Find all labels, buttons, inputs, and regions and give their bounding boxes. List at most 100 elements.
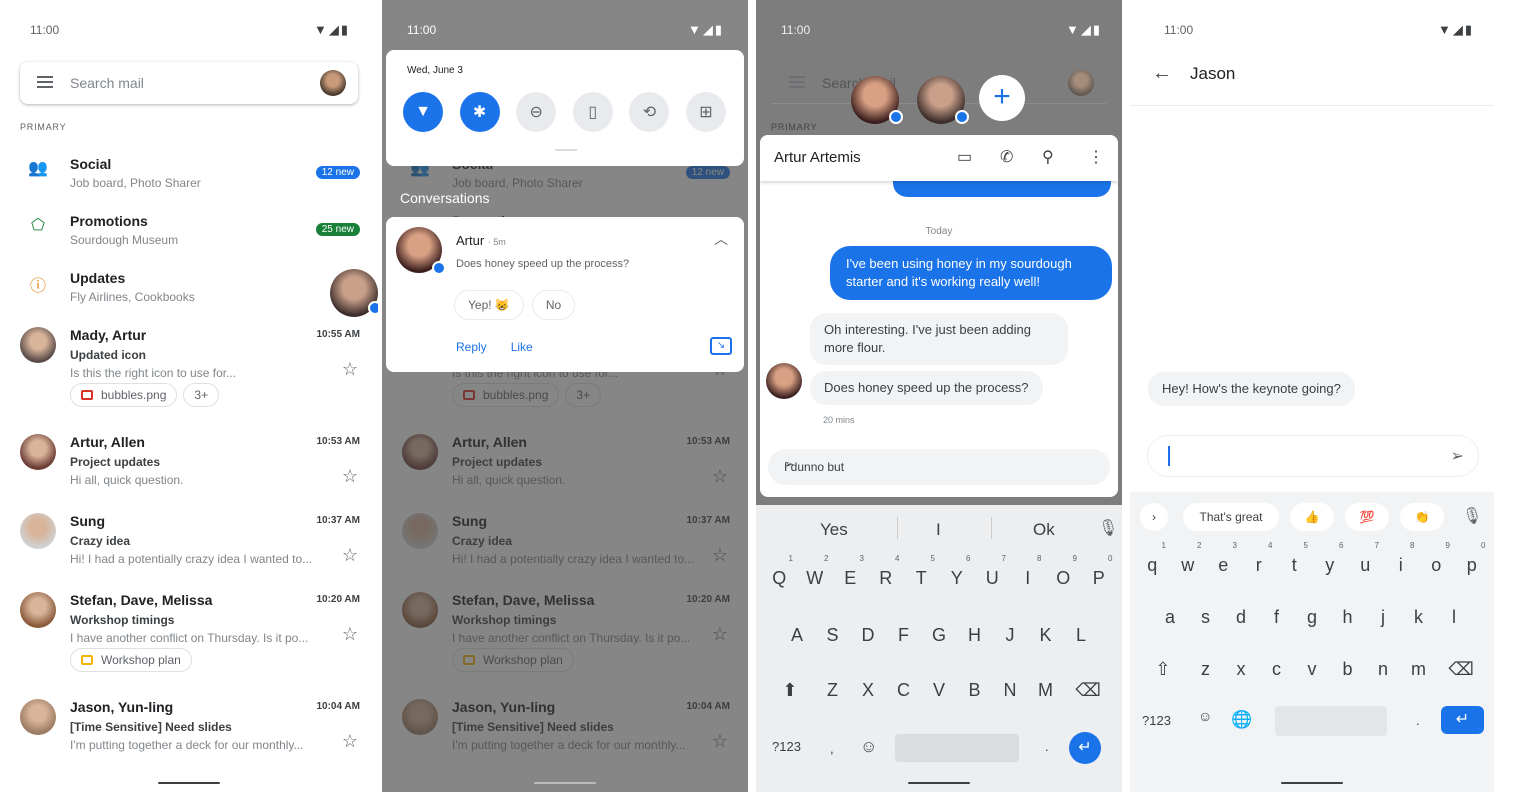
key-z[interactable]: Z [815, 680, 851, 701]
search-bar[interactable]: Search mail [20, 62, 358, 104]
category-row-social[interactable]: 👥 Social Job board, Photo Sharer 12 new [0, 148, 378, 205]
key-m[interactable]: m [1401, 659, 1437, 680]
smart-reply-chip[interactable]: That's great [1183, 503, 1279, 531]
key-j[interactable]: j [1365, 607, 1401, 628]
open-bubble-icon[interactable]: ↘ [710, 337, 732, 355]
send-icon[interactable]: ➢ [784, 457, 1096, 471]
key-x[interactable]: X [850, 680, 886, 701]
chat-bubble-avatar[interactable] [330, 269, 378, 317]
backspace-key-icon[interactable]: ⌫ [1436, 659, 1486, 680]
menu-icon[interactable] [37, 76, 53, 88]
star-icon[interactable]: ☆ [342, 624, 358, 645]
key-p[interactable]: P0 [1081, 554, 1117, 589]
key-f[interactable]: f [1259, 607, 1295, 628]
key-r[interactable]: r4 [1241, 541, 1277, 576]
key-c[interactable]: C [886, 680, 922, 701]
key-h[interactable]: h [1330, 607, 1366, 628]
key-g[interactable]: g [1294, 607, 1330, 628]
star-icon[interactable]: ☆ [342, 466, 358, 487]
key-t[interactable]: T5 [904, 554, 940, 589]
email-row[interactable]: Mady, Artur 10:55 AM Updated icon Is this t… [0, 319, 378, 426]
search-input[interactable]: Search mail [70, 75, 144, 91]
smart-reply-yep[interactable]: Yep! 😸 [454, 290, 524, 320]
enter-key-icon[interactable]: ↵ [1441, 706, 1484, 734]
attachment-chip[interactable]: 3+ [183, 383, 220, 407]
like-action[interactable]: Like [511, 340, 533, 354]
key-s[interactable]: S [815, 625, 851, 646]
key-n[interactable]: N [992, 680, 1028, 701]
star-icon[interactable]: ☆ [342, 359, 358, 380]
battery-saver-icon-tile[interactable]: ⊞ [686, 92, 726, 132]
key-b[interactable]: b [1330, 659, 1366, 680]
email-row[interactable]: Sung 10:37 AM Crazy idea Hi! I had a potent… [0, 505, 378, 584]
bluetooth-icon-tile[interactable]: ✱ [459, 92, 500, 132]
attachment-chip[interactable]: bubbles.png [70, 383, 178, 407]
attachment-chip[interactable]: Workshop plan [70, 648, 192, 672]
enter-key-icon[interactable]: ↵ [1069, 732, 1101, 764]
key-p[interactable]: p0 [1454, 541, 1490, 576]
key-v[interactable]: v [1294, 659, 1330, 680]
auto-rotate-icon-tile[interactable]: ⟲ [629, 92, 670, 132]
key-a[interactable]: A [779, 625, 815, 646]
phone-call-icon[interactable]: ✆ [1000, 147, 1013, 167]
shift-key-icon[interactable]: ⬆ [765, 680, 815, 701]
key-d[interactable]: d [1223, 607, 1259, 628]
key-g[interactable]: G [921, 625, 957, 646]
key-o[interactable]: O9 [1046, 554, 1082, 589]
do-not-disturb-icon-tile[interactable]: ⊖ [516, 92, 557, 132]
comma-key[interactable]: , [830, 741, 834, 756]
email-row[interactable]: Artur, Allen 10:53 AM Project updates Hi al… [0, 426, 378, 505]
key-c[interactable]: c [1259, 659, 1295, 680]
bubble-mady[interactable] [917, 76, 969, 124]
key-y[interactable]: Y6 [939, 554, 975, 589]
message-input[interactable]: I dunno but ➢ [768, 449, 1110, 485]
period-key[interactable]: . [1045, 739, 1049, 754]
reply-action[interactable]: Reply [456, 340, 487, 354]
email-row[interactable]: Stefan, Dave, Melissa 10:20 AM Workshop ti… [0, 584, 378, 691]
period-key[interactable]: . [1416, 713, 1420, 728]
key-d[interactable]: D [850, 625, 886, 646]
key-w[interactable]: w2 [1170, 541, 1206, 576]
key-b[interactable]: B [957, 680, 993, 701]
emoji-thumbs-up[interactable]: 👍 [1290, 503, 1334, 531]
shift-key-icon[interactable]: ⇧ [1138, 659, 1188, 680]
key-w[interactable]: W2 [797, 554, 833, 589]
conversation-notification[interactable]: Artur · 5m ︿ Does honey speed up the pro… [386, 217, 744, 372]
key-q[interactable]: q1 [1135, 541, 1171, 576]
key-s[interactable]: s [1188, 607, 1224, 628]
key-n[interactable]: n [1365, 659, 1401, 680]
emoji-key-icon[interactable]: ☺ [1198, 708, 1212, 724]
category-row-updates[interactable]: ⓘ Updates Fly Airlines, Cookbooks [0, 262, 378, 319]
key-t[interactable]: t5 [1277, 541, 1313, 576]
star-icon[interactable]: ☆ [342, 545, 358, 566]
key-l[interactable]: l [1436, 607, 1472, 628]
key-q[interactable]: Q1 [762, 554, 798, 589]
add-bubble-button[interactable]: + [979, 75, 1025, 121]
emoji-hundred[interactable]: 💯 [1345, 503, 1389, 531]
gesture-bar[interactable] [158, 782, 220, 784]
language-globe-icon[interactable]: 🌐 [1231, 710, 1252, 730]
key-e[interactable]: E3 [833, 554, 869, 589]
flashlight-icon-tile[interactable]: ▯ [572, 92, 613, 132]
key-i[interactable]: i8 [1383, 541, 1419, 576]
email-row[interactable]: Jason, Yun-ling 10:04 AM [Time Sensitive] … [0, 691, 378, 770]
backspace-key-icon[interactable]: ⌫ [1063, 680, 1113, 701]
space-bar[interactable] [895, 734, 1019, 762]
more-options-icon[interactable]: ⋮ [1088, 147, 1104, 167]
key-h[interactable]: H [957, 625, 993, 646]
back-arrow-icon[interactable]: ← [1152, 62, 1172, 85]
emoji-key-icon[interactable]: ☺ [860, 737, 877, 757]
key-k[interactable]: k [1401, 607, 1437, 628]
drag-handle[interactable] [555, 149, 577, 151]
video-call-icon[interactable]: ▭ [957, 147, 972, 167]
symbols-key[interactable]: ?123 [1142, 713, 1171, 728]
space-bar[interactable] [1275, 706, 1387, 736]
key-j[interactable]: J [992, 625, 1028, 646]
suggestion-ok[interactable]: Ok [1033, 520, 1055, 540]
bubble-artur[interactable] [851, 76, 903, 124]
expand-suggestions-icon[interactable]: › [1140, 503, 1168, 531]
account-avatar[interactable] [320, 70, 346, 96]
category-row-promotions[interactable]: ⬠ Promotions Sourdough Museum 25 new [0, 205, 378, 262]
key-k[interactable]: K [1028, 625, 1064, 646]
gesture-bar[interactable] [534, 782, 596, 784]
